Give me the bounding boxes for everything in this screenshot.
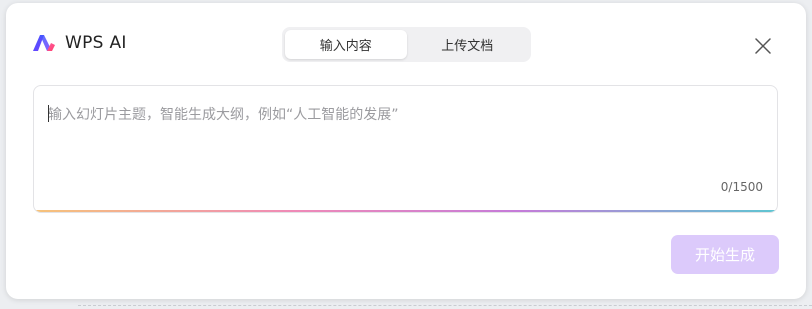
dialog-header: WPS AI 输入内容 上传文档 <box>6 3 806 83</box>
text-caret <box>48 105 49 122</box>
tab-input-content[interactable]: 输入内容 <box>285 30 407 59</box>
tab-upload-document[interactable]: 上传文档 <box>407 30 529 59</box>
close-icon[interactable] <box>754 37 772 55</box>
brand-name: WPS AI <box>65 33 127 53</box>
gradient-underline <box>34 210 777 212</box>
background-divider <box>78 305 812 306</box>
wps-ai-dialog: WPS AI 输入内容 上传文档 0/1500 开始生成 <box>6 3 806 299</box>
input-mode-tabs: 输入内容 上传文档 <box>282 27 531 62</box>
prompt-input[interactable] <box>48 104 748 184</box>
wps-ai-logo-icon <box>33 35 55 51</box>
prompt-box: 0/1500 <box>33 85 778 213</box>
brand: WPS AI <box>32 33 127 53</box>
char-counter: 0/1500 <box>720 180 763 194</box>
start-generate-button[interactable]: 开始生成 <box>671 235 779 274</box>
